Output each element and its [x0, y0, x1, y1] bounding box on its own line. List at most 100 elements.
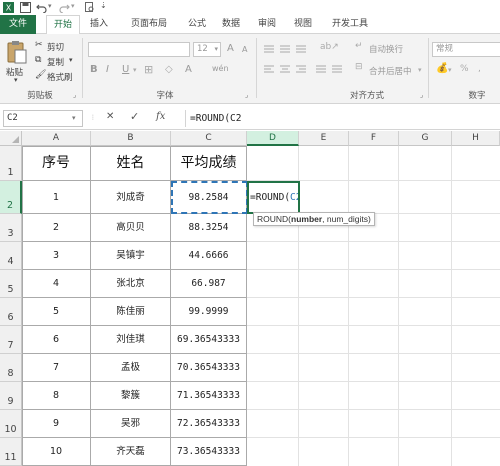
print-preview-icon[interactable]	[84, 2, 95, 13]
select-all-button[interactable]	[0, 131, 22, 146]
table-cell-index[interactable]: 10	[22, 438, 91, 466]
row-header-8[interactable]: 8	[0, 354, 22, 382]
table-cell-name[interactable]: 吴邪	[91, 410, 171, 438]
font-color-button[interactable]: A	[185, 64, 192, 75]
column-header-c[interactable]: C	[171, 131, 247, 146]
comma-style-icon[interactable]: ,	[478, 64, 481, 74]
font-launcher-icon[interactable]: ⌟	[245, 91, 248, 99]
table-cell-index[interactable]: 2	[22, 214, 91, 242]
table-cell-index[interactable]: 1	[22, 181, 91, 214]
column-header-d[interactable]: D	[247, 131, 299, 146]
table-cell-average[interactable]: 69.36543333	[171, 326, 247, 354]
header-cell-average[interactable]: 平均成绩	[171, 146, 247, 181]
table-cell-average[interactable]: 71.36543333	[171, 382, 247, 410]
table-cell-name[interactable]: 齐天磊	[91, 438, 171, 466]
tab-home[interactable]: 开始	[46, 15, 80, 35]
orientation-icon[interactable]: ab↗	[320, 42, 339, 52]
font-size-box[interactable]: 12 ▾	[193, 42, 221, 57]
clipboard-launcher-icon[interactable]: ⌟	[73, 91, 76, 99]
column-header-h[interactable]: H	[452, 131, 500, 146]
decrease-font-size-button[interactable]: A	[242, 45, 247, 54]
redo-icon[interactable]	[59, 2, 70, 13]
table-cell-name[interactable]: 孟极	[91, 354, 171, 382]
row-header-11[interactable]: 11	[0, 438, 22, 466]
phonetic-button[interactable]: wén	[212, 64, 229, 73]
row-header-9[interactable]: 9	[0, 382, 22, 410]
insert-function-button[interactable]: fx	[156, 111, 165, 122]
paste-icon[interactable]	[6, 40, 28, 64]
column-header-f[interactable]: F	[349, 131, 399, 146]
customize-icon[interactable]: ⇣	[100, 1, 107, 10]
tab-data[interactable]: 数据	[215, 15, 247, 34]
column-header-b[interactable]: B	[91, 131, 171, 146]
active-cell-d2[interactable]: =ROUND(C2	[247, 181, 300, 214]
name-box[interactable]: C2	[3, 110, 83, 127]
underline-button[interactable]: U	[122, 64, 129, 75]
header-cell-name[interactable]: 姓名	[91, 146, 171, 181]
enter-button[interactable]: ✓	[130, 110, 139, 123]
merge-dropdown-icon[interactable]: ▾	[418, 66, 422, 74]
undo-dropdown-icon[interactable]: ▾	[48, 2, 52, 10]
tab-view[interactable]: 视图	[287, 15, 319, 34]
row-header-7[interactable]: 7	[0, 326, 22, 354]
tab-review[interactable]: 审阅	[251, 15, 283, 34]
table-cell-name[interactable]: 刘佳琪	[91, 326, 171, 354]
table-cell-average[interactable]: 70.36543333	[171, 354, 247, 382]
column-header-g[interactable]: G	[399, 131, 452, 146]
table-cell-index[interactable]: 6	[22, 326, 91, 354]
row-header-3[interactable]: 3	[0, 214, 22, 242]
percent-style-icon[interactable]: %	[460, 64, 469, 74]
table-cell-index[interactable]: 9	[22, 410, 91, 438]
row-header-5[interactable]: 5	[0, 270, 22, 298]
table-cell-name[interactable]: 张北京	[91, 270, 171, 298]
table-cell-average[interactable]: 88.3254	[171, 214, 247, 242]
vertical-align-icons[interactable]	[264, 44, 314, 54]
table-cell-name[interactable]: 高贝贝	[91, 214, 171, 242]
table-cell-index[interactable]: 5	[22, 298, 91, 326]
tab-formulas[interactable]: 公式	[181, 15, 213, 34]
copy-button[interactable]: 复制	[47, 56, 64, 68]
cancel-button[interactable]: ✕	[106, 111, 114, 122]
save-icon[interactable]	[20, 2, 31, 13]
row-header-4[interactable]: 4	[0, 242, 22, 270]
cut-button[interactable]: 剪切	[47, 41, 64, 53]
table-cell-index[interactable]: 3	[22, 242, 91, 270]
tab-insert[interactable]: 插入	[82, 15, 116, 34]
table-cell-name[interactable]: 陈佳丽	[91, 298, 171, 326]
row-header-2[interactable]: 2	[0, 181, 22, 214]
table-cell-index[interactable]: 7	[22, 354, 91, 382]
number-format-box[interactable]: 常规	[432, 42, 500, 57]
tab-file[interactable]: 文件	[0, 15, 36, 34]
bold-button[interactable]: B	[90, 64, 98, 75]
redo-dropdown-icon[interactable]: ▾	[71, 2, 75, 10]
italic-button[interactable]: I	[106, 64, 109, 75]
table-cell-average[interactable]: 99.9999	[171, 298, 247, 326]
table-cell-index[interactable]: 8	[22, 382, 91, 410]
copy-dropdown-icon[interactable]: ▾	[69, 56, 73, 64]
merge-center-button[interactable]: 合并后居中	[369, 65, 412, 77]
alignment-launcher-icon[interactable]: ⌟	[420, 91, 423, 99]
table-cell-name[interactable]: 黎簇	[91, 382, 171, 410]
column-header-e[interactable]: E	[299, 131, 349, 146]
font-name-box[interactable]	[88, 42, 190, 57]
table-cell-average[interactable]: 44.6666	[171, 242, 247, 270]
row-header-10[interactable]: 10	[0, 410, 22, 438]
horizontal-align-icons[interactable]	[264, 64, 344, 74]
tab-developer[interactable]: 开发工具	[325, 15, 375, 34]
wrap-text-button[interactable]: 自动换行	[369, 43, 403, 55]
tab-page-layout[interactable]: 页面布局	[119, 15, 179, 34]
format-painter-button[interactable]: 格式刷	[47, 71, 73, 83]
accounting-dropdown-icon[interactable]: ▾	[448, 66, 452, 74]
formula-input[interactable]: =ROUND(C2	[185, 110, 499, 127]
name-box-dropdown-icon[interactable]: ▾	[72, 114, 76, 122]
accounting-format-icon[interactable]: 💰	[436, 63, 448, 74]
increase-font-size-button[interactable]: A	[227, 43, 234, 54]
table-cell-name[interactable]: 吴镇宇	[91, 242, 171, 270]
column-header-a[interactable]: A	[22, 131, 91, 146]
row-header-6[interactable]: 6	[0, 298, 22, 326]
tooltip-remaining-arguments[interactable]: , num_digits)	[322, 214, 371, 224]
paste-dropdown-icon[interactable]: ▾	[14, 76, 18, 84]
fill-color-icon[interactable]: ◇	[165, 64, 173, 75]
tooltip-active-argument[interactable]: number	[291, 214, 322, 224]
undo-icon[interactable]	[36, 2, 47, 13]
